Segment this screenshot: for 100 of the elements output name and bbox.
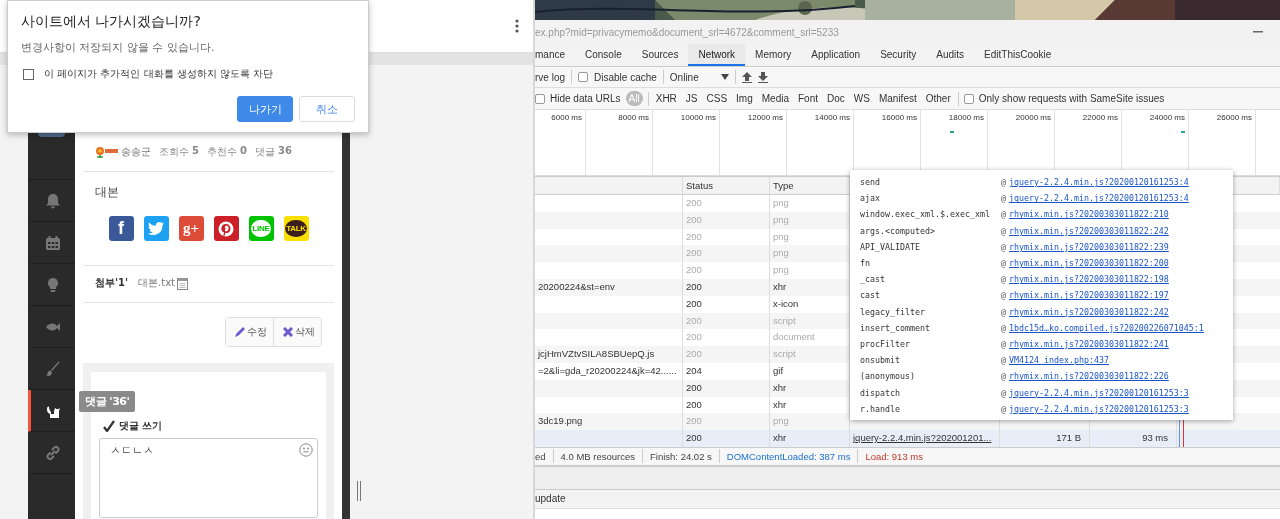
type-cell: script [773,348,796,360]
selected-row[interactable]: 200 xhr jquery-2.2.4.min.js?202001201... 171 B 93 ms [535,430,1280,447]
at-sign: @ [1001,387,1006,398]
function-name: r.handle [860,403,901,414]
attachment-label: 첨부'1' [95,276,129,290]
status-cell: 200 [686,314,702,326]
panel-tab[interactable]: Memory [745,44,802,66]
checkbox[interactable] [535,93,545,104]
function-name: procFilter [860,338,911,349]
tick-label: 12000 ms [747,113,783,122]
stat-label: 조회수 [159,145,189,159]
at-sign: @ [1001,403,1006,414]
source-link[interactable]: jquery-2.2.4.min.js?20200120161253:3 [1009,387,1189,398]
edit-button[interactable]: 수정 [226,318,273,346]
source-link[interactable]: rhymix.min.js?20200303011822:242 [1009,225,1169,236]
column-header[interactable]: Status [683,177,770,194]
source-link[interactable]: rhymix.min.js?20200303011822:241 [1009,338,1169,349]
source-link[interactable]: 1bdc15d…ko.compiled.js?20200226071045:1 [1009,322,1204,333]
source-link[interactable]: rhymix.min.js?20200303011822:242 [1009,306,1169,317]
filter-chip[interactable]: JS [683,92,700,105]
panel-tab[interactable]: Security [870,44,927,66]
delete-button[interactable]: 삭제 [273,318,321,346]
time-cell: 93 ms [1142,432,1168,444]
function-name: dispatch [860,387,901,398]
more-icon[interactable] [515,19,519,33]
filter-chip[interactable]: Font [796,92,820,105]
download-icon[interactable] [757,71,768,83]
cancel-button[interactable]: 취소 [299,96,355,122]
panel-tab[interactable]: Application [801,44,871,66]
source-link[interactable]: jquery-2.2.4.min.js?20200120161253:4 [1009,193,1189,204]
checkbox[interactable] [963,93,974,104]
request-name[interactable]: jcjHmVZtvSILA8SBUepQ.js [538,348,655,360]
filter-chip[interactable]: Media [759,92,791,105]
pinterest-button[interactable] [213,216,239,241]
status-cell: 200 [686,230,702,242]
facebook-button[interactable]: f [108,216,134,241]
minimize-icon [1253,31,1263,33]
request-name[interactable]: 20200224&st=env [538,281,615,292]
checkbox-label: Hide data URLs [550,93,621,104]
filter-chip[interactable]: Other [923,92,953,105]
type-cell: png [773,247,789,259]
filter-chip[interactable]: Doc [825,92,847,105]
throttling-select[interactable]: Online [669,71,729,83]
dialog-title: 사이트에서 나가시겠습니까? [21,13,202,31]
source-link[interactable]: rhymix.min.js?20200303011822:200 [1009,258,1169,269]
filter-chip[interactable]: CSS [704,92,730,105]
filter-chip[interactable]: Manifest [876,92,919,105]
initiator-link[interactable]: jquery-2.2.4.min.js?202001201... [853,432,992,444]
filter-chip[interactable]: WS [851,92,872,105]
source-link[interactable]: rhymix.min.js?20200303011822:198 [1009,274,1169,285]
source-link[interactable]: rhymix.min.js?20200303011822:210 [1009,209,1169,220]
request-name[interactable]: =2&li=gda_r20200224&jk=42...... [538,364,677,376]
twitter-button[interactable] [143,216,169,241]
checkbox[interactable] [578,72,588,82]
summary-text: 4.0 MB resources [560,450,636,462]
comment-field[interactable]: ㅅㄷㄴㅅ [99,438,318,518]
status-cell: 200 [686,281,702,292]
source-link[interactable]: VM4124 index.php:437 [1009,355,1109,366]
tick-label: 20000 ms [1015,113,1051,122]
google-plus-button[interactable]: g+ [178,216,204,241]
source-link[interactable]: rhymix.min.js?20200303011822:239 [1009,241,1169,252]
status-cell: 200 [686,331,702,343]
source-link[interactable]: jquery-2.2.4.min.js?20200120161253:3 [1009,403,1189,414]
flower-icon [95,146,119,158]
panel-tab[interactable]: EditThisCookie [974,44,1062,66]
panel-tab[interactable]: Audits [926,44,975,66]
file-link[interactable]: 대본.txt [138,276,176,290]
panel-tab[interactable]: mance [535,44,575,66]
at-sign: @ [1001,355,1006,366]
author-name[interactable]: 송송군 [121,145,151,159]
stat-value: 36 [277,145,292,158]
at-sign: @ [1001,322,1006,333]
kakaotalk-button[interactable]: TALK [283,216,309,241]
filter-chip[interactable]: Img [734,92,755,105]
type-cell: xhr [773,432,787,444]
function-name: fn [860,258,871,269]
drawer-text: update [535,493,566,505]
panel-tab[interactable]: Network [688,44,746,66]
source-link[interactable]: rhymix.min.js?20200303011822:197 [1009,290,1169,301]
notepad-icon [177,276,189,290]
function-name: (anonymous) [860,371,916,382]
request-name[interactable]: 3dc19.png [538,415,583,427]
status-cell: 200 [686,398,702,410]
tick-label: 16000 ms [881,113,917,122]
type-cell: png [773,415,789,427]
upload-icon[interactable] [741,71,752,83]
source-link[interactable]: jquery-2.2.4.min.js?20200120161253:4 [1009,177,1189,188]
type-cell: document [773,331,815,343]
checkbox[interactable] [23,68,34,80]
tick-label: 6000 ms [551,113,582,122]
filter-chip[interactable]: XHR [653,92,679,105]
source-link[interactable]: rhymix.min.js?20200303011822:226 [1009,371,1169,382]
type-cell: png [773,264,789,276]
checkbox-label: 이 페이지가 추가적인 대화를 생성하지 않도록 차단 [44,67,274,81]
panel-tab[interactable]: Sources [631,44,689,66]
function-name: _cast [860,274,886,285]
status-cell: 200 [686,432,702,444]
panel-tab[interactable]: Console [575,44,632,66]
stat-value: 0 [239,145,247,158]
status-cell: 200 [686,213,702,225]
